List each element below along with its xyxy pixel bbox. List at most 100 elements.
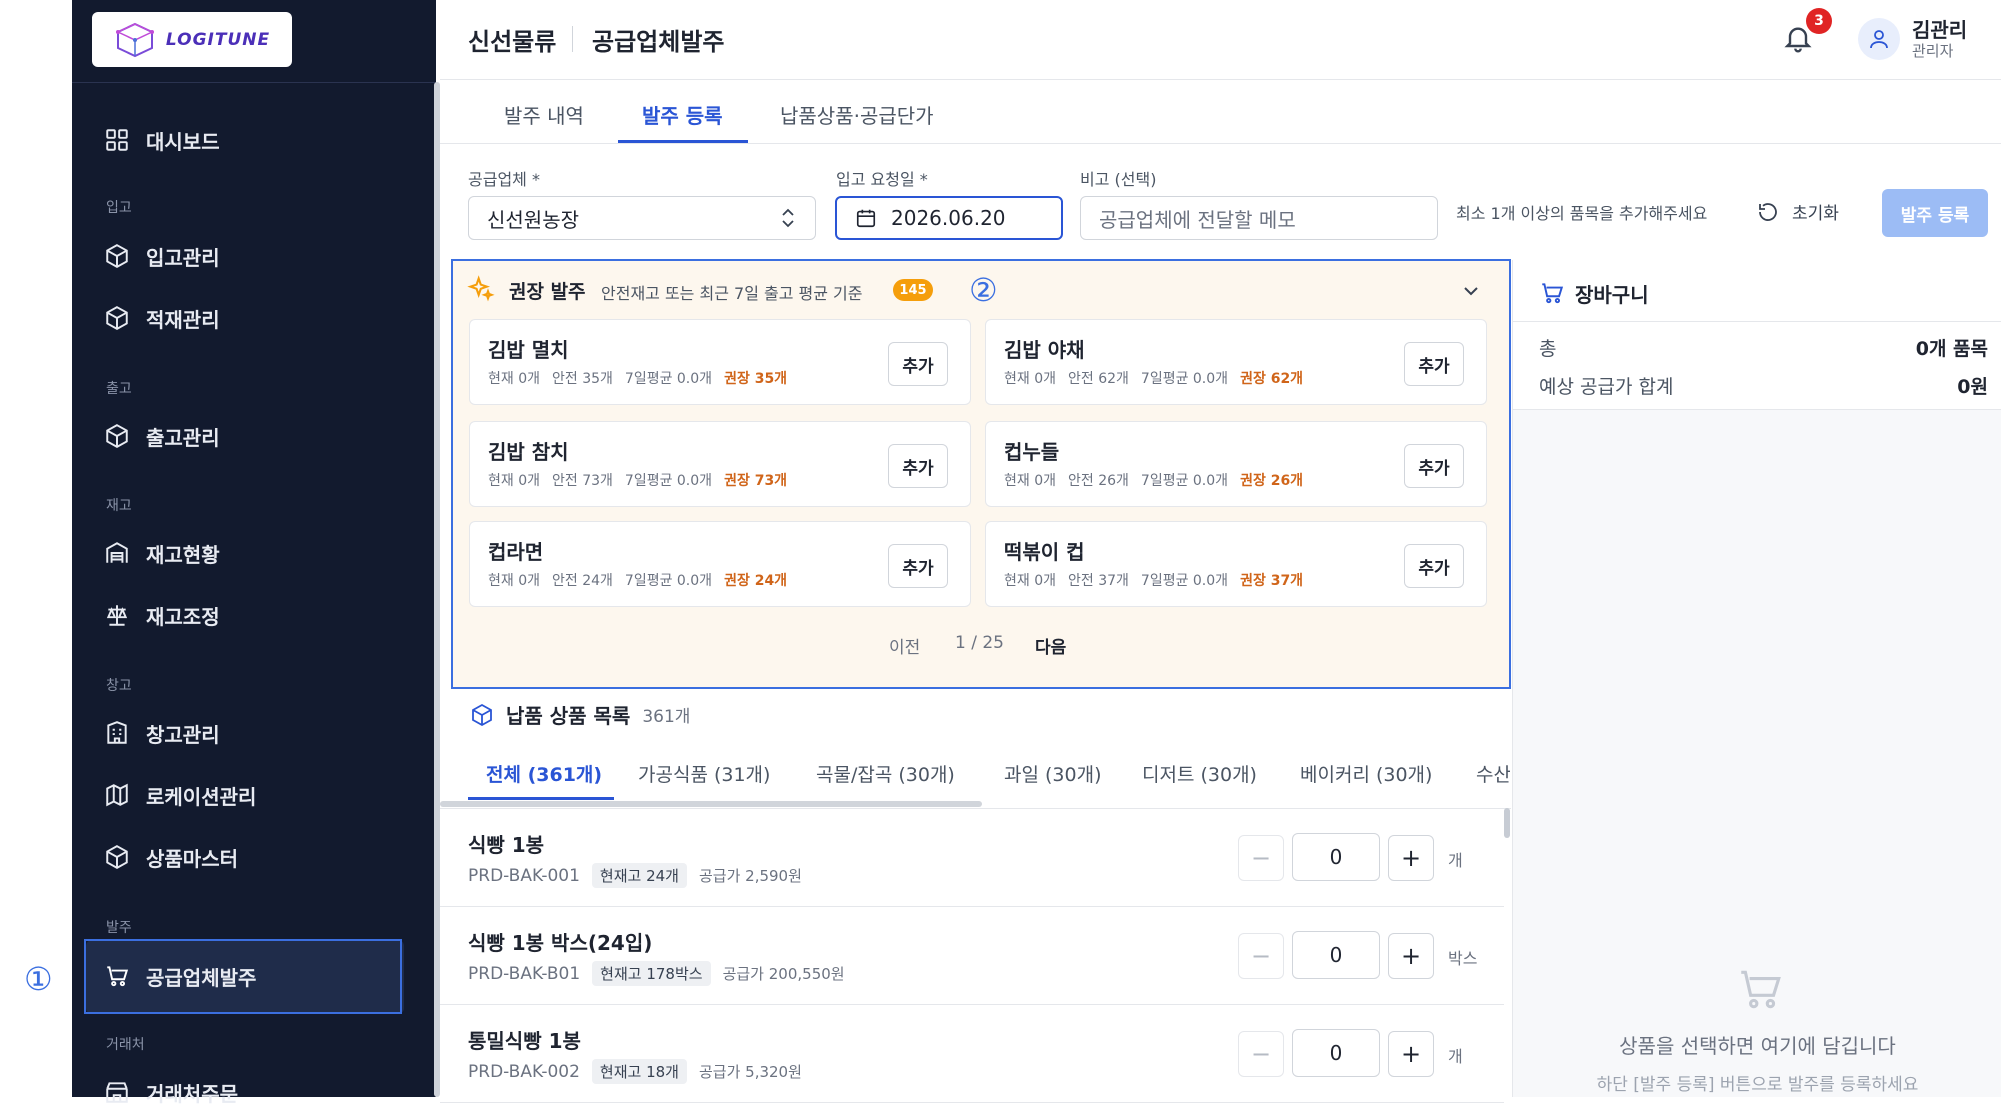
cart-icon [1542, 283, 1564, 304]
tab-order-register[interactable]: 발주 등록 [642, 100, 723, 129]
pager-next[interactable]: 다음 [1035, 633, 1066, 658]
card-avg: 7일평균 0.0개 [1140, 371, 1229, 387]
add-button[interactable]: 추가 [888, 444, 948, 488]
card-safety: 안전 26개 [1068, 473, 1129, 489]
decrease-button[interactable]: − [1238, 933, 1284, 979]
card-current: 현재 0개 [1004, 573, 1056, 589]
reset-button[interactable]: 초기화 [1756, 199, 1839, 224]
card-safety: 안전 73개 [552, 473, 613, 489]
submit-order-button[interactable]: 발주 등록 [1882, 189, 1988, 237]
quantity-input[interactable]: 0 [1292, 1029, 1380, 1077]
cart-header: 장바구니 [1513, 260, 2001, 322]
recommend-card: 김밥 참치 현재 0개 안전 73개 7일평균 0.0개 권장 73개 추가 [469, 421, 971, 507]
reset-label: 초기화 [1792, 204, 1839, 224]
category-tab-processed[interactable]: 가공식품 (31개) [638, 760, 770, 787]
add-button[interactable]: 추가 [1404, 444, 1464, 488]
card-recommend: 권장 37개 [1240, 573, 1304, 589]
card-recommend: 권장 26개 [1240, 473, 1304, 489]
add-button[interactable]: 추가 [1404, 544, 1464, 588]
card-recommend: 권장 62개 [1240, 371, 1304, 387]
sidebar-section-partner: 거래처 [106, 1037, 145, 1053]
decrease-button[interactable]: − [1238, 1031, 1284, 1077]
category-tab-all[interactable]: 전체 (361개) [486, 760, 602, 787]
category-scrollbar[interactable] [440, 801, 982, 807]
recommend-title: 권장 발주 [509, 281, 586, 303]
increase-button[interactable]: + [1388, 1031, 1434, 1077]
quantity-input[interactable]: 0 [1292, 833, 1380, 881]
card-current: 현재 0개 [1004, 473, 1056, 489]
dashboard-icon [106, 129, 128, 151]
memo-input[interactable]: 공급업체에 전달할 메모 [1080, 196, 1438, 240]
increase-button[interactable]: + [1388, 933, 1434, 979]
box-icon [106, 424, 128, 448]
logo[interactable]: LOGITUNE [92, 12, 292, 67]
card-safety: 안전 35개 [552, 371, 613, 387]
supplier-select[interactable]: 신선원농장 [468, 196, 816, 240]
product-meta: PRD-BAK-001 현재고 24개 공급가 2,590원 [468, 863, 802, 888]
product-row: 식빵 1봉 박스(24입) PRD-BAK-B01 현재고 178박스 공급가 … [440, 907, 1504, 1005]
add-button[interactable]: 추가 [888, 342, 948, 386]
quantity-unit: 개 [1448, 851, 1463, 870]
sidebar-item-label: 재고조정 [146, 604, 220, 629]
product-name: 식빵 1봉 [468, 833, 545, 857]
category-tab-seafood[interactable]: 수산 [1476, 760, 1510, 787]
card-recommend: 권장 24개 [724, 573, 788, 589]
sidebar-divider [72, 82, 436, 83]
card-info: 현재 0개 안전 35개 7일평균 0.0개 권장 35개 [488, 368, 787, 388]
warehouse-icon [106, 542, 128, 563]
user-name: 김관리 [1912, 18, 1968, 42]
sidebar-item-dashboard[interactable]: 대시보드 [104, 118, 220, 162]
increase-button[interactable]: + [1388, 835, 1434, 881]
sidebar-item-location[interactable]: 로케이션관리 [104, 773, 256, 817]
user-icon [1870, 30, 1888, 49]
sidebar-item-inventory-adjust[interactable]: 재고조정 [104, 593, 220, 637]
category-tab-grain[interactable]: 곡물/잡곡 (30개) [816, 760, 955, 787]
pager-prev[interactable]: 이전 [889, 633, 920, 658]
map-icon [106, 783, 128, 807]
sidebar-item-inbound[interactable]: 입고관리 [104, 234, 220, 278]
sidebar-item-loading[interactable]: 적재관리 [104, 296, 220, 340]
sidebar-item-warehouse[interactable]: 창고관리 [104, 711, 220, 755]
add-button[interactable]: 추가 [888, 544, 948, 588]
form-hint: 최소 1개 이상의 품목을 추가해주세요 [1456, 204, 1708, 223]
sidebar-item-outbound[interactable]: 출고관리 [104, 414, 220, 458]
cart-empty-title: 상품을 선택하면 여기에 담깁니다 [1619, 1034, 1896, 1058]
tab-order-history[interactable]: 발주 내역 [504, 100, 584, 129]
card-name: 컵라면 [488, 540, 544, 564]
supplier-value: 신선원농장 [487, 207, 579, 232]
product-price: 공급가 2,590원 [698, 867, 802, 885]
product-price: 공급가 200,550원 [722, 965, 845, 983]
card-info: 현재 0개 안전 37개 7일평균 0.0개 권장 37개 [1004, 570, 1303, 590]
date-input[interactable]: 2026.06.20 [835, 196, 1063, 240]
sidebar-item-inventory-status[interactable]: 재고현황 [104, 531, 220, 575]
tab-supply-price[interactable]: 납품상품·공급단가 [780, 100, 934, 129]
category-tab-fruit[interactable]: 과일 (30개) [1004, 760, 1101, 787]
product-list-scrollbar[interactable] [1504, 808, 1510, 838]
sidebar-item-label: 상품마스터 [146, 846, 238, 871]
decrease-button[interactable]: − [1238, 835, 1284, 881]
sidebar-section-inventory: 재고 [106, 498, 132, 514]
recommend-subtitle: 안전재고 또는 최근 7일 출고 평균 기준 [601, 284, 863, 303]
card-safety: 안전 37개 [1068, 573, 1129, 589]
card-safety: 안전 24개 [552, 573, 613, 589]
category-tab-dessert[interactable]: 디저트 (30개) [1142, 760, 1257, 787]
product-row: 통밀식빵 1봉 PRD-BAK-002 현재고 18개 공급가 5,320원 −… [440, 1005, 1504, 1103]
product-list-title: 납품 상품 목록 [506, 704, 631, 728]
cart-total-label: 총 [1539, 338, 1557, 360]
sidebar-item-product-master[interactable]: 상품마스터 [104, 835, 238, 879]
breadcrumb-separator [572, 26, 573, 52]
card-info: 현재 0개 안전 24개 7일평균 0.0개 권장 24개 [488, 570, 787, 590]
sidebar-section-inbound: 입고 [106, 200, 132, 216]
avatar[interactable] [1858, 18, 1900, 60]
sidebar-item-label: 창고관리 [146, 722, 220, 747]
card-avg: 7일평균 0.0개 [624, 371, 713, 387]
add-button[interactable]: 추가 [1404, 342, 1464, 386]
sidebar: LOGITUNE 대시보드 입고 입고관리 적재관리 출고 출고관리 재고 재고… [72, 0, 436, 1106]
empty-cart-icon [1741, 970, 1781, 1009]
category-tab-bakery[interactable]: 베이커리 (30개) [1300, 760, 1432, 787]
card-recommend: 권장 73개 [724, 473, 788, 489]
quantity-input[interactable]: 0 [1292, 931, 1380, 979]
chevron-down-icon[interactable] [1459, 279, 1483, 303]
sidebar-item-partner-order[interactable]: 거래처주문 [104, 1070, 238, 1114]
card-current: 현재 0개 [488, 371, 540, 387]
